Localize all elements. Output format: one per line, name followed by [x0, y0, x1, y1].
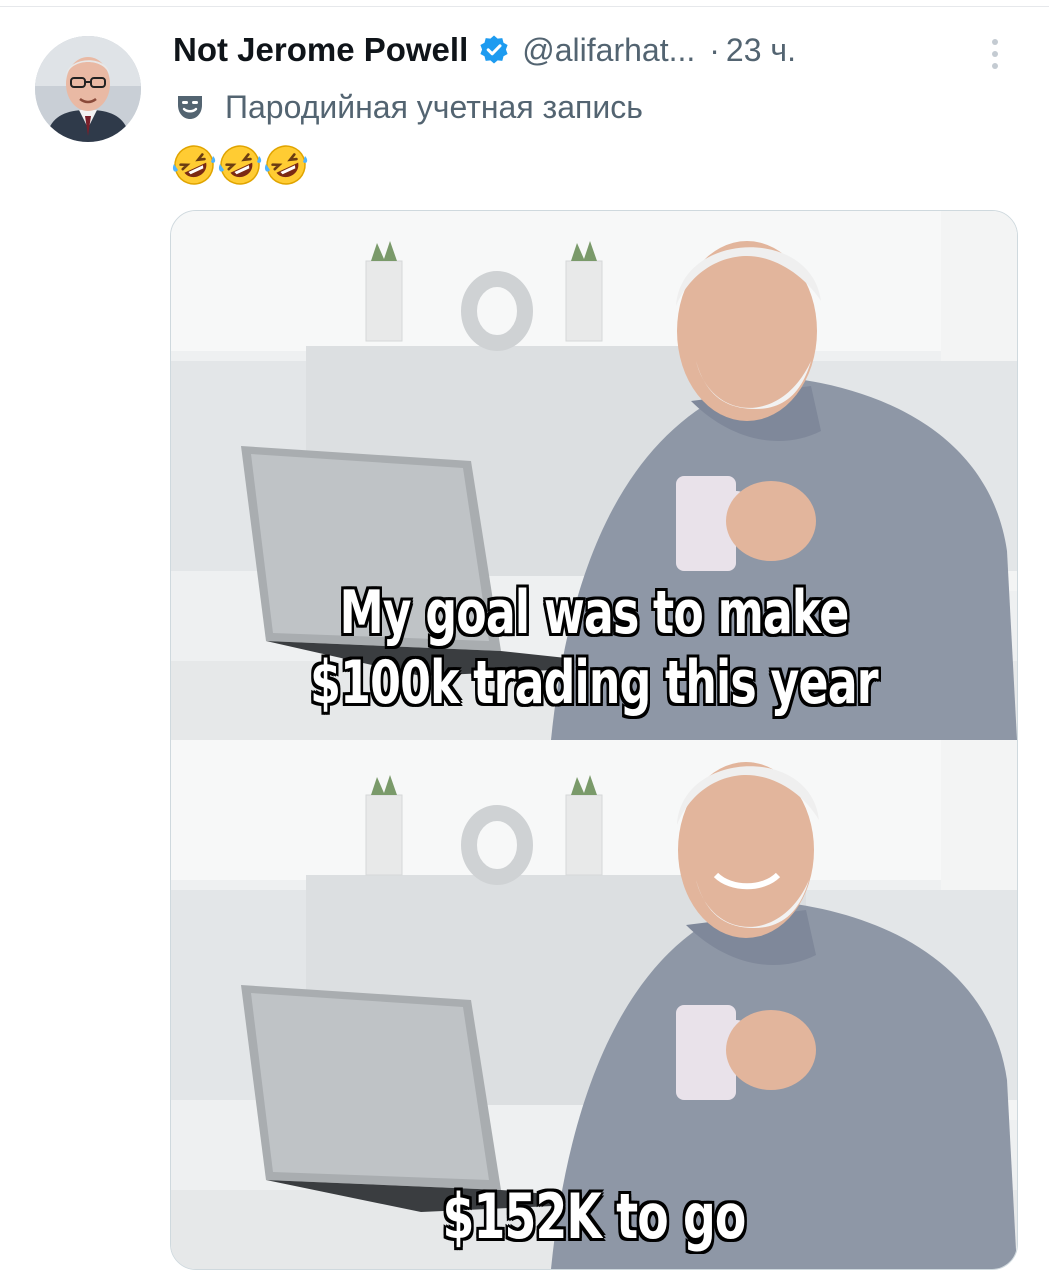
timestamp[interactable]: 23 ч.	[726, 32, 796, 69]
display-name[interactable]: Not Jerome Powell	[173, 31, 468, 69]
tweet-text	[171, 140, 309, 190]
meme-caption-top-line-1: My goal was to make	[339, 578, 850, 648]
tweet-media-image[interactable]: My goal was to make $100k trading this y…	[170, 210, 1018, 1270]
tweet-header: Not Jerome Powell @alifarhat... · 23 ч.	[173, 28, 796, 72]
meme-caption-bottom: $152K to go	[442, 1180, 746, 1253]
rolling-on-floor-laughing-emoji-icon	[171, 142, 217, 188]
rolling-on-floor-laughing-emoji-icon	[263, 142, 309, 188]
parody-account-label: Пародийная учетная запись	[225, 88, 643, 125]
avatar-image	[35, 36, 141, 142]
rolling-on-floor-laughing-emoji-icon	[217, 142, 263, 188]
more-options-icon[interactable]	[983, 34, 1007, 74]
theater-mask-icon	[173, 90, 207, 124]
meme-panel-bottom: $152K to go	[171, 740, 1017, 1269]
meme-panel-top: My goal was to make $100k trading this y…	[171, 211, 1017, 740]
verified-badge-icon	[478, 34, 510, 66]
user-handle[interactable]: @alifarhat...	[522, 32, 695, 69]
meme-caption-top-line-2: $100k trading this year	[310, 648, 878, 718]
top-divider	[0, 6, 1049, 7]
parody-label-row: Пародийная учетная запись	[173, 84, 643, 130]
avatar[interactable]	[35, 36, 141, 142]
separator-dot: ·	[709, 31, 720, 68]
